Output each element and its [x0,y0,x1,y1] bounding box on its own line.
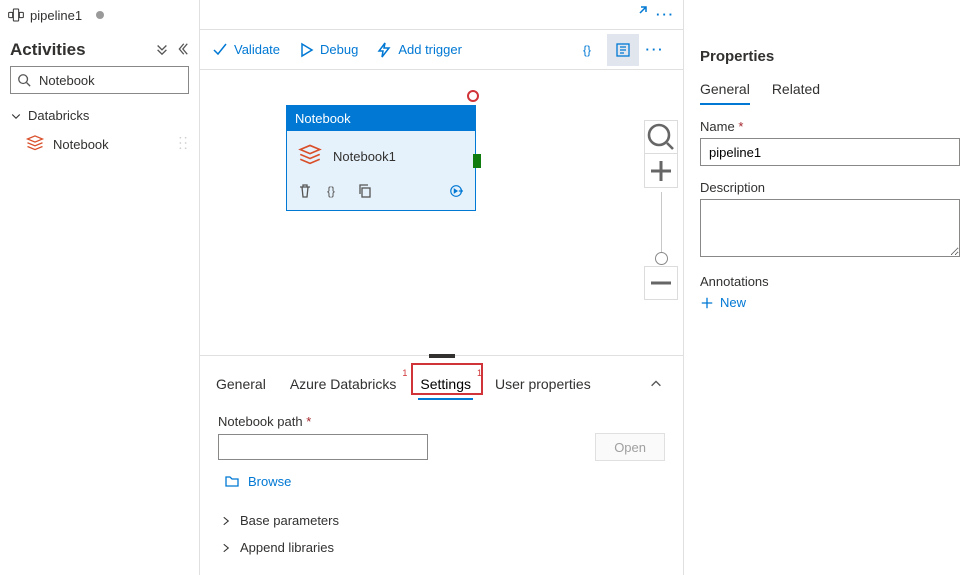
base-parameters-expander[interactable]: Base parameters [218,507,665,534]
open-button[interactable]: Open [595,433,665,461]
name-input[interactable] [700,138,960,166]
collapse-down-icon[interactable] [155,42,169,59]
activity-details-panel: General Azure Databricks 1 Settings 1 Us… [200,355,683,575]
new-annotation-label: New [720,295,746,310]
new-annotation-button[interactable]: New [700,295,960,310]
debug-label: Debug [320,42,358,57]
browse-label: Browse [248,474,291,489]
tab-general[interactable]: General [214,370,268,400]
code-icon[interactable]: {} [327,183,343,202]
editor-tab-label: pipeline1 [30,8,82,23]
error-badge: 1 [402,368,407,378]
zoom-slider[interactable] [661,192,662,262]
properties-title: Properties [684,30,976,75]
plus-icon [700,296,714,310]
activities-header: Activities [0,30,199,66]
editor-tab[interactable]: pipeline1 [0,0,199,30]
pipeline-toolbar: Validate Debug Add trigger {} ··· [200,30,683,70]
more-menu-icon[interactable]: ··· [656,7,675,22]
activities-title: Activities [10,40,86,60]
activities-sidebar: pipeline1 Activities Datab [0,0,200,575]
zoom-controls [639,70,683,355]
activity-node-notebook[interactable]: Notebook Notebook1 {} [286,105,476,211]
properties-tab-general[interactable]: General [700,75,750,105]
append-libraries-expander[interactable]: Append libraries [218,534,665,561]
validate-button[interactable]: Validate [212,42,280,58]
play-icon [298,42,314,58]
databricks-icon [297,143,323,169]
code-view-icon[interactable]: {} [575,34,607,66]
notebook-path-label: Notebook path * [218,414,665,429]
add-trigger-label: Add trigger [398,42,462,57]
collapse-panel-icon[interactable] [649,377,663,394]
success-connector-icon[interactable] [473,154,481,168]
collapse-left-icon[interactable] [175,42,189,59]
tab-settings[interactable]: Settings 1 [418,370,473,400]
drag-grip-icon [178,136,188,153]
activity-item-label: Notebook [53,137,109,152]
copy-icon[interactable] [357,183,373,202]
tree-group-databricks[interactable]: Databricks [6,104,193,127]
editor-topbar: ··· [200,0,683,30]
activity-node-type: Notebook [287,106,475,131]
tree-group-label: Databricks [28,108,89,123]
details-tabs: General Azure Databricks 1 Settings 1 Us… [200,360,683,400]
add-trigger-button[interactable]: Add trigger [376,42,462,58]
name-label: Name * [700,119,960,134]
tab-user-properties[interactable]: User properties [493,370,593,400]
chevron-down-icon [10,110,22,122]
tab-azure-databricks[interactable]: Azure Databricks 1 [288,370,399,400]
delete-icon[interactable] [297,183,313,202]
properties-toggle-icon[interactable] [607,34,639,66]
activity-node-name: Notebook1 [333,149,396,164]
zoom-out-button[interactable] [644,266,678,300]
toolbar-more-icon[interactable]: ··· [639,34,671,66]
activity-item-notebook[interactable]: Notebook [6,127,193,161]
browse-button[interactable]: Browse [224,473,665,489]
activities-search[interactable] [10,66,189,94]
activities-search-input[interactable] [37,72,217,89]
error-indicator-icon [467,90,479,102]
databricks-icon [25,134,45,154]
debug-button[interactable]: Debug [298,42,358,58]
annotations-label: Annotations [700,274,960,289]
dirty-indicator-icon [96,11,104,19]
zoom-slider-thumb[interactable] [655,252,668,265]
append-libraries-label: Append libraries [240,540,334,555]
tab-settings-label: Settings [420,376,471,392]
lightning-icon [376,42,392,58]
description-input[interactable] [700,199,960,257]
chevron-right-icon [220,542,232,554]
checkmark-icon [212,42,228,58]
base-parameters-label: Base parameters [240,513,339,528]
expand-icon[interactable] [632,5,648,24]
search-icon [17,73,31,87]
pipeline-icon [8,8,24,22]
folder-icon [224,473,240,489]
pipeline-canvas[interactable]: Notebook Notebook1 {} [200,70,639,355]
tab-azure-databricks-label: Azure Databricks [290,376,397,392]
svg-text:{}: {} [583,43,591,57]
description-label: Description [700,180,960,195]
properties-tab-related[interactable]: Related [772,75,820,105]
svg-text:{}: {} [327,184,335,198]
error-badge: 1 [477,368,482,378]
validate-label: Validate [234,42,280,57]
chevron-right-icon [220,515,232,527]
zoom-reset-icon[interactable] [644,120,678,154]
zoom-in-button[interactable] [644,154,678,188]
notebook-path-input[interactable] [218,434,428,460]
run-activity-icon[interactable] [449,183,465,202]
main-column: ··· Validate Debug Add trigger {} [200,0,684,575]
properties-panel: Properties General Related Name * Descri… [684,0,976,575]
